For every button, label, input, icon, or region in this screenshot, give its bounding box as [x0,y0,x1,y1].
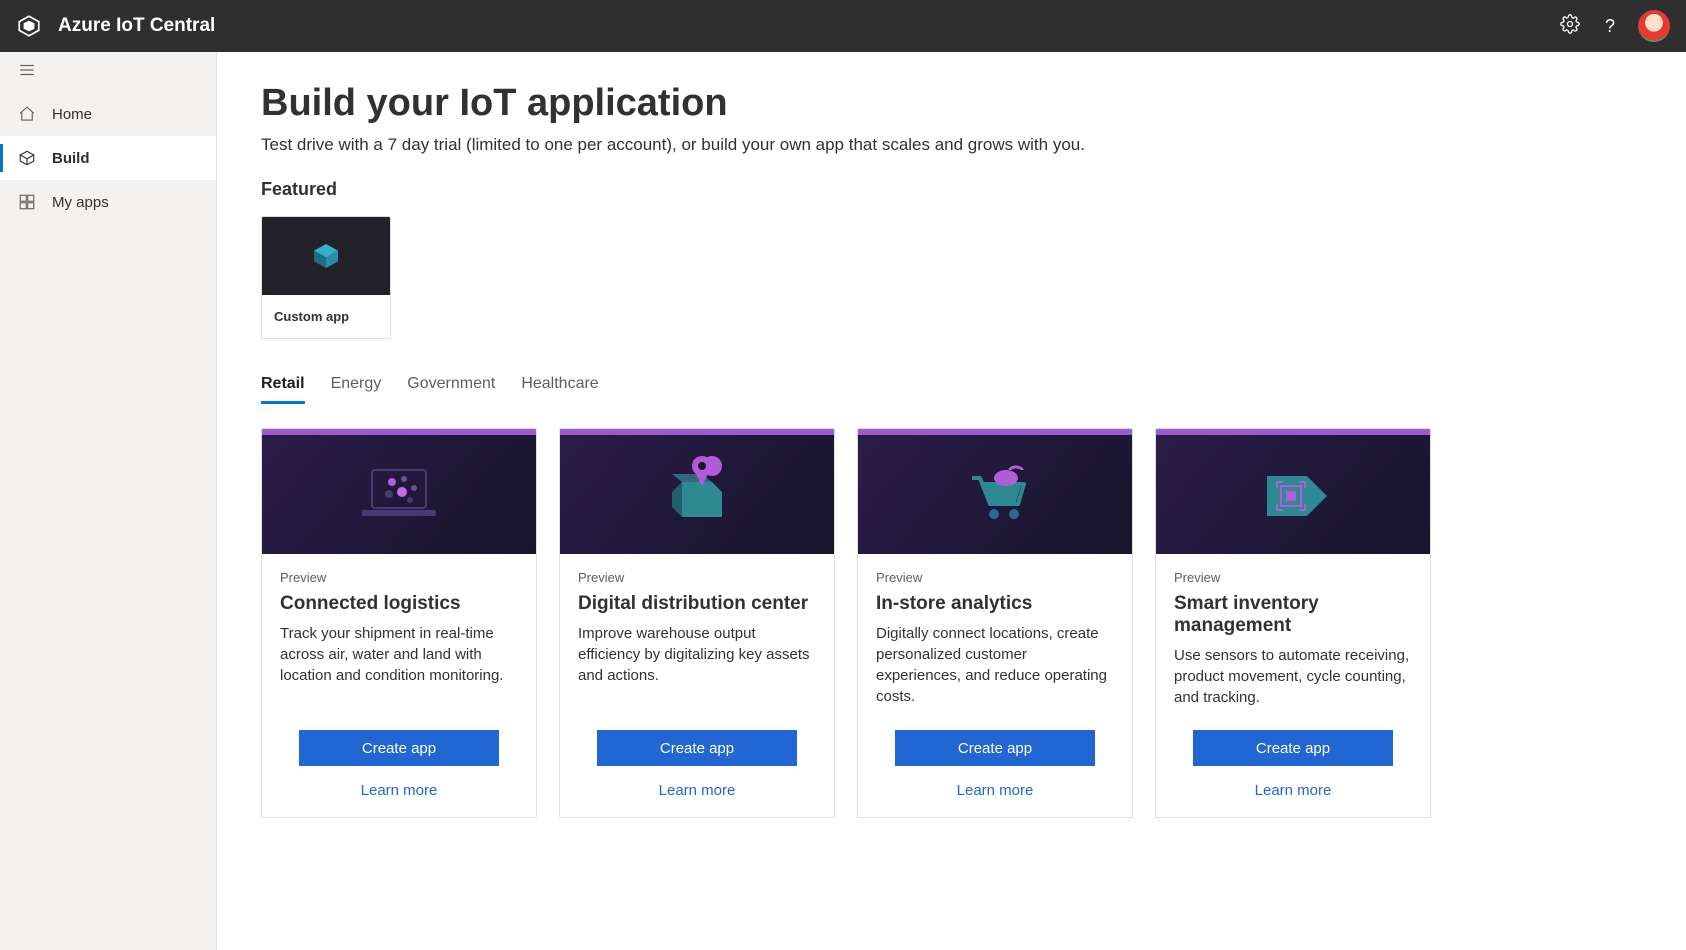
template-hero [858,429,1132,554]
brand-title: Azure IoT Central [58,15,215,37]
template-description: Use sensors to automate receiving, produ… [1174,645,1412,708]
create-app-button[interactable]: Create app [1193,730,1393,766]
hamburger-button[interactable] [0,52,216,92]
template-card-grid: Preview Connected logistics Track your s… [261,428,1642,818]
apps-icon [18,193,36,211]
template-description: Track your shipment in real-time across … [280,623,518,708]
sidebar-item-build[interactable]: Build [0,136,216,180]
featured-card-label: Custom app [262,295,390,338]
create-app-button[interactable]: Create app [895,730,1095,766]
cube-icon [18,149,36,167]
template-hero [1156,429,1430,554]
featured-heading: Featured [261,179,1642,200]
template-description: Improve warehouse output efficiency by d… [578,623,816,708]
template-card-connected-logistics: Preview Connected logistics Track your s… [261,428,537,818]
tab-healthcare[interactable]: Healthcare [521,375,598,404]
tab-retail[interactable]: Retail [261,375,305,404]
featured-card-thumb [262,217,390,295]
template-title: Connected logistics [280,593,518,615]
topbar: Azure IoT Central ? [0,0,1686,52]
learn-more-link[interactable]: Learn more [1174,782,1412,799]
template-title: In-store analytics [876,593,1114,615]
create-app-button[interactable]: Create app [597,730,797,766]
page-subtitle: Test drive with a 7 day trial (limited t… [261,135,1642,155]
featured-card-custom-app[interactable]: Custom app [261,216,391,339]
learn-more-link[interactable]: Learn more [876,782,1114,799]
page-title: Build your IoT application [261,82,1642,125]
shopping-cart-icon [950,452,1040,537]
tab-energy[interactable]: Energy [331,375,382,404]
help-button[interactable]: ? [1590,6,1630,46]
template-card-instore-analytics: Preview In-store analytics Digitally con… [857,428,1133,818]
industry-tabs: Retail Energy Government Healthcare [261,375,1642,404]
box-pin-icon [652,452,742,537]
create-app-button[interactable]: Create app [299,730,499,766]
laptop-dots-icon [344,452,454,537]
help-icon: ? [1605,16,1615,37]
preview-badge: Preview [280,570,518,585]
settings-button[interactable] [1550,6,1590,46]
gear-icon [1560,14,1580,39]
learn-more-link[interactable]: Learn more [280,782,518,799]
tag-chip-icon [1243,452,1343,537]
tab-government[interactable]: Government [407,375,495,404]
sidebar-item-label: Home [52,106,92,123]
azure-iot-logo-icon [16,13,42,39]
home-icon [18,105,36,123]
sidebar-item-label: My apps [52,194,109,211]
template-card-digital-distribution: Preview Digital distribution center Impr… [559,428,835,818]
template-hero [560,429,834,554]
sidebar: Home Build My apps [0,52,217,950]
user-avatar[interactable] [1638,10,1670,42]
template-title: Digital distribution center [578,593,816,615]
preview-badge: Preview [876,570,1114,585]
learn-more-link[interactable]: Learn more [578,782,816,799]
sidebar-item-home[interactable]: Home [0,92,216,136]
preview-badge: Preview [1174,570,1412,585]
template-hero [262,429,536,554]
template-title: Smart inventory management [1174,593,1412,637]
sidebar-item-label: Build [52,150,90,167]
brand-area: Azure IoT Central [16,13,215,39]
template-card-smart-inventory: Preview Smart inventory management Use s… [1155,428,1431,818]
sidebar-item-myapps[interactable]: My apps [0,180,216,224]
preview-badge: Preview [578,570,816,585]
template-description: Digitally connect locations, create pers… [876,623,1114,708]
hamburger-icon [18,61,36,84]
main-content: Build your IoT application Test drive wi… [217,52,1686,950]
custom-app-cube-icon [310,240,342,272]
